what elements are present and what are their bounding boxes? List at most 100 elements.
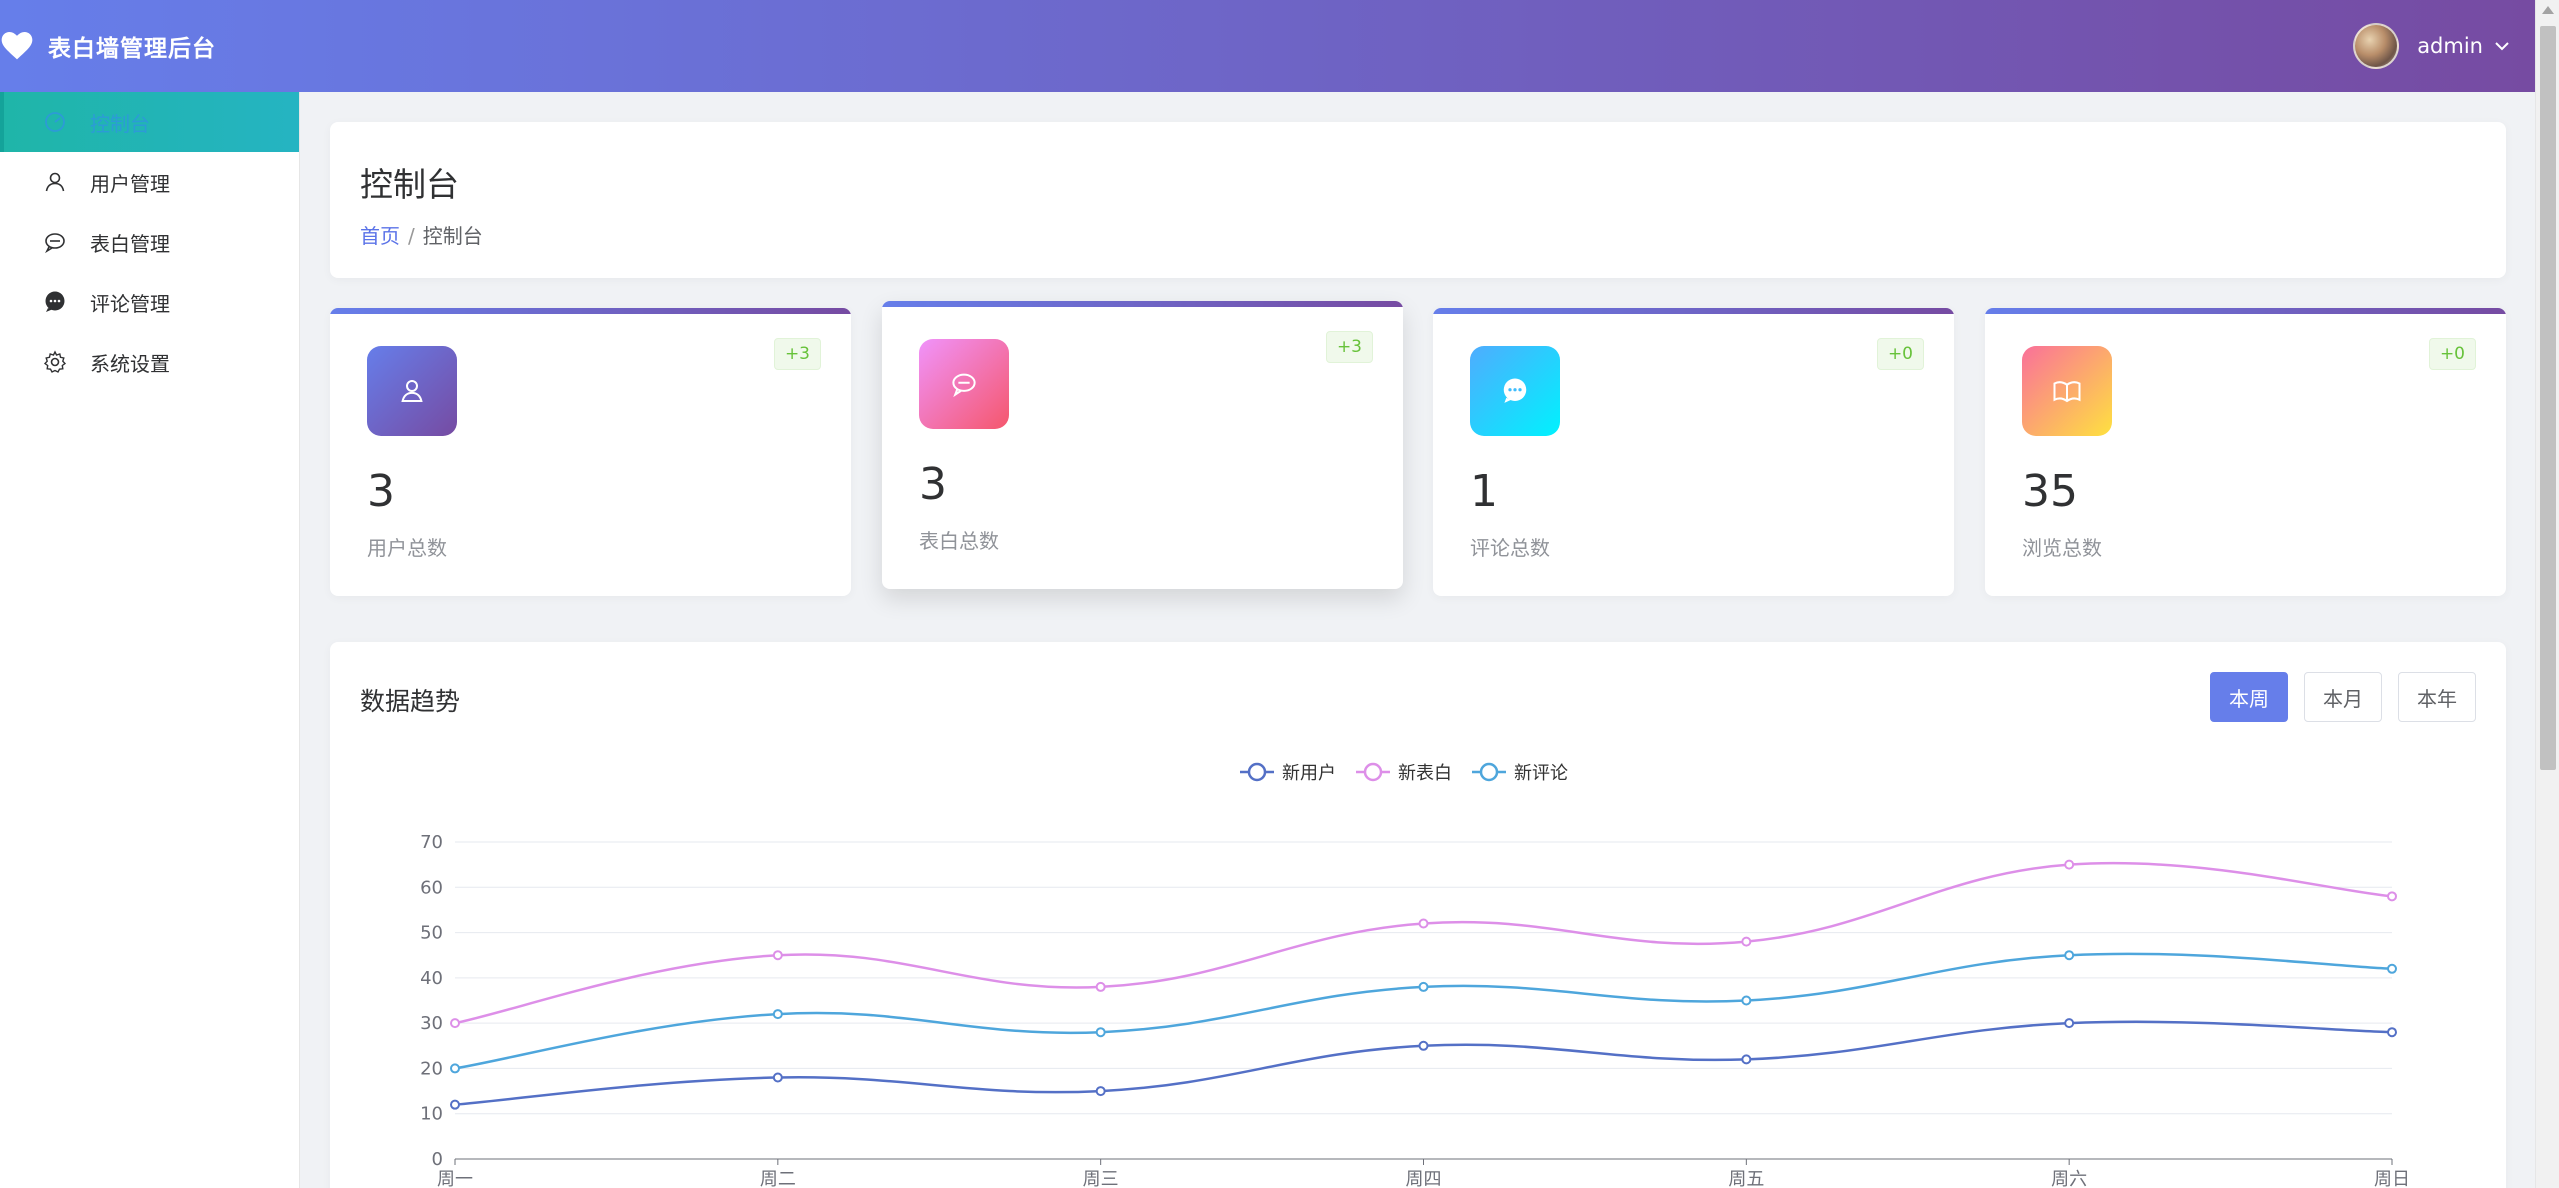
comment-icon [1470, 346, 1560, 436]
data-point [2387, 891, 2397, 902]
legend-marker [1247, 762, 1267, 782]
legend-marker [1479, 762, 1499, 782]
x-tick-label: 周日 [2374, 1169, 2410, 1188]
scroll-up-arrow[interactable] [2542, 6, 2554, 14]
stat-change-badge: +0 [1876, 338, 1924, 370]
data-point [450, 1099, 460, 1110]
series-line-1 [454, 1020, 2393, 1106]
stat-card-confessions[interactable]: +3 3 表白总数 [882, 301, 1403, 589]
avatar[interactable] [2353, 23, 2400, 69]
data-point [1418, 981, 1429, 992]
stat-card-views[interactable]: +0 35 浏览总数 [1985, 308, 2506, 596]
stat-value: 1 [1470, 466, 1498, 517]
legend-label: 新表白 [1398, 763, 1452, 784]
x-tick-label: 周二 [760, 1169, 796, 1188]
data-point [1095, 1086, 1106, 1097]
stat-label: 表白总数 [919, 529, 999, 553]
app-title: 表白墙管理后台 [48, 36, 216, 62]
stat-label: 用户总数 [367, 536, 447, 560]
data-point [450, 1018, 460, 1029]
sidebar-item-users[interactable]: 用户管理 [0, 152, 299, 212]
user-icon [367, 346, 457, 436]
gear-icon [42, 349, 68, 375]
data-point [772, 1072, 783, 1083]
y-tick-label: 30 [420, 1013, 443, 1034]
breadcrumb: 首页 / 控制台 [360, 220, 483, 249]
x-tick-label: 周四 [1406, 1169, 1442, 1188]
x-tick-label: 周三 [1083, 1169, 1119, 1188]
data-point [2387, 1027, 2397, 1038]
sidebar-item-comments[interactable]: 评论管理 [0, 272, 299, 332]
y-tick-label: 50 [420, 923, 443, 944]
data-point [1095, 981, 1106, 992]
y-tick-label: 0 [432, 1149, 443, 1170]
data-point [2064, 950, 2075, 961]
heart-icon [0, 29, 34, 63]
sidebar: 控制台 用户管理 表白管理 评论管理 系统设置 [0, 92, 300, 1188]
legend-label: 新用户 [1282, 763, 1336, 784]
breadcrumb-current: 控制台 [422, 224, 483, 248]
card-accent-bar [882, 301, 1403, 307]
page-scrollbar[interactable] [2535, 0, 2559, 1188]
y-tick-label: 70 [420, 832, 443, 853]
y-tick-label: 10 [420, 1104, 443, 1125]
x-tick-label: 周六 [2051, 1169, 2087, 1188]
stat-value: 35 [2022, 466, 2078, 517]
legend-marker [1363, 762, 1383, 782]
breadcrumb-separator: / [408, 224, 415, 248]
stat-card-comments[interactable]: +0 1 评论总数 [1433, 308, 1954, 596]
data-point [1418, 1040, 1429, 1051]
data-point [2064, 859, 2075, 870]
sidebar-item-confessions[interactable]: 表白管理 [0, 212, 299, 272]
stat-card-users[interactable]: +3 3 用户总数 [330, 308, 851, 596]
card-accent-bar [1985, 308, 2506, 314]
legend-label: 新评论 [1514, 763, 1568, 784]
header-brand[interactable]: 表白墙管理后台 [0, 0, 300, 92]
chevron-down-icon[interactable] [2493, 37, 2511, 55]
data-point [450, 1063, 460, 1074]
trend-chart-card: 数据趋势 本周 本月 本年 0 10 20 30 40 50 60 70 周一 周二 周三 周四 周五周… [330, 642, 2506, 1188]
sidebar-item-label: 表白管理 [90, 231, 170, 256]
sidebar-item-label: 用户管理 [90, 171, 170, 196]
stat-value: 3 [367, 466, 395, 517]
top-header: 表白墙管理后台 admin [0, 0, 2535, 92]
data-point [1741, 936, 1752, 947]
data-point [1741, 1054, 1752, 1065]
stat-change-badge: +3 [773, 338, 821, 370]
comment-icon [42, 289, 68, 315]
data-point [1741, 995, 1752, 1006]
stat-change-badge: +3 [1325, 331, 1373, 363]
sidebar-item-dashboard[interactable]: 控制台 [0, 92, 299, 152]
dashboard-icon [42, 109, 68, 135]
user-icon [42, 169, 68, 195]
scroll-thumb[interactable] [2540, 26, 2556, 770]
book-icon [2022, 346, 2112, 436]
data-point [1095, 1027, 1106, 1038]
user-menu[interactable]: admin [2353, 0, 2511, 92]
data-point [2387, 963, 2397, 974]
sidebar-item-label: 系统设置 [90, 351, 170, 376]
y-tick-label: 40 [420, 968, 443, 989]
data-point [772, 1009, 783, 1020]
series-line-3 [454, 952, 2393, 1070]
page-header-card: 控制台 [330, 122, 2506, 278]
breadcrumb-home-link[interactable]: 首页 [360, 224, 400, 248]
stat-label: 评论总数 [1470, 536, 1550, 560]
card-accent-bar [1433, 308, 1954, 314]
data-point [2064, 1018, 2075, 1029]
card-accent-bar [330, 308, 851, 314]
page-title: 控制台 [360, 165, 459, 204]
data-point [772, 950, 783, 961]
y-tick-label: 20 [420, 1058, 443, 1079]
stat-change-badge: +0 [2428, 338, 2476, 370]
y-tick-label: 60 [420, 877, 443, 898]
chat-bubble-icon [42, 229, 68, 255]
user-name[interactable]: admin [2417, 34, 2483, 58]
chat-bubble-icon [919, 339, 1009, 429]
trend-line-chart: 0 10 20 30 40 50 60 70 周一 周二 周三 周四 周五 周六 周日 新用户 新表白 新评论 [420, 762, 2410, 1188]
sidebar-item-settings[interactable]: 系统设置 [0, 332, 299, 392]
x-tick-label: 周一 [437, 1169, 473, 1188]
stat-label: 浏览总数 [2022, 536, 2102, 560]
data-point [1418, 918, 1429, 929]
stat-value: 3 [919, 459, 947, 510]
